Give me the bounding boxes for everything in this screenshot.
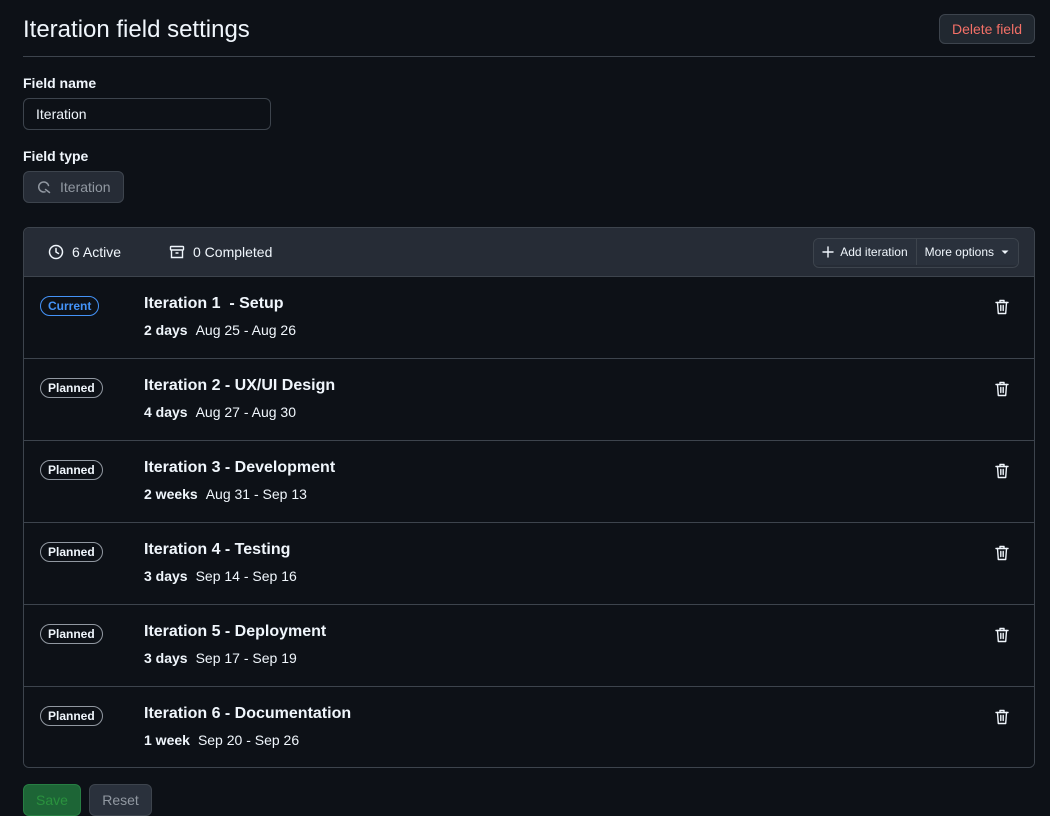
more-options-button[interactable]: More options — [915, 239, 1018, 265]
field-name-input[interactable] — [23, 98, 271, 130]
clock-icon — [48, 244, 64, 260]
tab-completed[interactable]: 0 Completed — [169, 228, 272, 276]
iteration-meta: 3 days Sep 14 - Sep 16 — [144, 568, 297, 584]
iteration-title: Iteration 5 - Deployment — [144, 623, 327, 640]
iteration-title: Iteration 2 - UX/UI Design — [144, 377, 336, 394]
iteration-list: Current Iteration 1 - Setup 2 days Aug 25 -… — [24, 277, 1034, 767]
field-type-button: Iteration — [23, 171, 124, 203]
iteration-title: Iteration 4 - Testing — [144, 541, 291, 558]
iteration-duration: 3 days — [144, 650, 188, 666]
iteration-meta: 4 days Aug 27 - Aug 30 — [144, 404, 296, 420]
page-title: Iteration field settings — [23, 16, 250, 43]
iteration-dates: Sep 20 - Sep 26 — [197, 732, 300, 748]
trash-icon[interactable] — [994, 709, 1010, 725]
save-button[interactable]: Save — [23, 784, 81, 816]
field-type-value: Iteration — [60, 179, 111, 195]
status-badge: Planned — [40, 378, 103, 398]
iteration-row[interactable]: Planned Iteration 4 - Testing 3 days Sep 14… — [24, 523, 1034, 605]
status-badge: Planned — [40, 542, 103, 562]
iteration-row[interactable]: Planned Iteration 3 - Development 2 weeks A… — [24, 441, 1034, 523]
iteration-icon — [36, 179, 52, 195]
page-header: Iteration field settings Delete field — [23, 0, 1035, 57]
iteration-dates: Aug 31 - Sep 13 — [205, 486, 307, 502]
caret-down-icon — [1000, 247, 1010, 257]
iterations-panel: 6 Active 0 Completed Add iteration More … — [23, 227, 1035, 768]
add-iteration-button[interactable]: Add iteration — [814, 239, 916, 265]
delete-field-button[interactable]: Delete field — [938, 14, 1035, 44]
trash-icon[interactable] — [994, 627, 1010, 643]
field-name-label: Field name — [23, 75, 97, 91]
tab-active-label: 6 Active — [72, 244, 122, 260]
trash-icon[interactable] — [994, 463, 1010, 479]
add-iteration-label: Add iteration — [840, 245, 908, 259]
tab-active[interactable]: 6 Active — [48, 228, 121, 276]
iteration-meta: 2 weeks Aug 31 - Sep 13 — [144, 486, 307, 502]
iteration-duration: 2 days — [144, 322, 188, 338]
trash-icon[interactable] — [994, 545, 1010, 561]
status-badge: Planned — [40, 624, 103, 644]
status-badge: Planned — [40, 706, 103, 726]
iteration-actions: Add iteration More options — [813, 238, 1019, 268]
tab-completed-label: 0 Completed — [193, 244, 273, 260]
status-badge: Current — [40, 296, 100, 316]
iteration-duration: 2 weeks — [144, 486, 198, 502]
iteration-duration: 4 days — [144, 404, 188, 420]
iteration-dates: Sep 17 - Sep 19 — [195, 650, 297, 666]
iteration-duration: 1 week — [144, 732, 190, 748]
archive-icon — [169, 244, 185, 260]
iteration-row[interactable]: Current Iteration 1 - Setup 2 days Aug 25 -… — [24, 277, 1034, 359]
field-type-label: Field type — [23, 148, 89, 164]
iteration-title: Iteration 1 - Setup — [144, 295, 284, 312]
trash-icon[interactable] — [994, 299, 1010, 315]
iteration-title: Iteration 3 - Development — [144, 459, 336, 476]
iterations-panel-header: 6 Active 0 Completed Add iteration More … — [24, 228, 1034, 277]
iteration-title: Iteration 6 - Documentation — [144, 705, 352, 722]
iteration-row[interactable]: Planned Iteration 2 - UX/UI Design 4 days A… — [24, 359, 1034, 441]
plus-icon — [822, 246, 834, 258]
trash-icon[interactable] — [994, 381, 1010, 397]
iteration-meta: 1 week Sep 20 - Sep 26 — [144, 732, 299, 748]
iteration-meta: 3 days Sep 17 - Sep 19 — [144, 650, 297, 666]
more-options-label: More options — [924, 245, 994, 259]
iteration-duration: 3 days — [144, 568, 188, 584]
iteration-dates: Aug 25 - Aug 26 — [195, 322, 297, 338]
iteration-row[interactable]: Planned Iteration 6 - Documentation 1 week… — [24, 687, 1034, 767]
iteration-dates: Aug 27 - Aug 30 — [195, 404, 297, 420]
reset-button[interactable]: Reset — [89, 784, 152, 816]
iteration-meta: 2 days Aug 25 - Aug 26 — [144, 322, 296, 338]
iteration-dates: Sep 14 - Sep 16 — [195, 568, 297, 584]
iteration-row[interactable]: Planned Iteration 5 - Deployment 3 days Sep… — [24, 605, 1034, 687]
status-badge: Planned — [40, 460, 103, 480]
